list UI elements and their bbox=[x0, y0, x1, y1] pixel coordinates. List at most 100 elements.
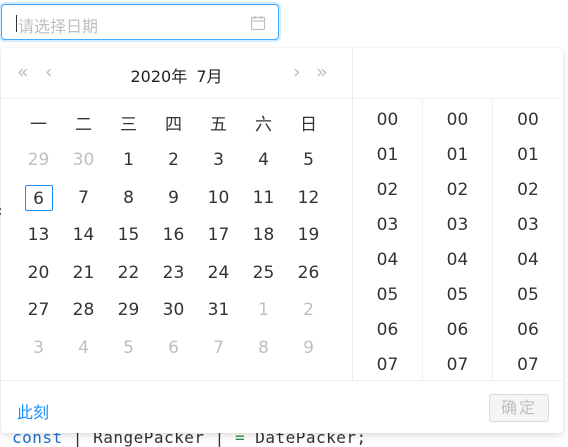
day-number: 24 bbox=[207, 262, 230, 283]
day-cell[interactable]: 11 bbox=[241, 188, 286, 208]
day-cell-today[interactable]: 6 bbox=[16, 184, 61, 211]
hour-column[interactable]: 00 01 02 03 04 05 06 07 bbox=[353, 99, 423, 380]
second-option[interactable]: 00 bbox=[493, 103, 563, 138]
day-cell[interactable]: 4 bbox=[61, 338, 106, 358]
next-month-button[interactable]: › bbox=[293, 62, 301, 82]
second-option[interactable]: 05 bbox=[493, 278, 563, 313]
day-number: 7 bbox=[78, 187, 89, 208]
day-number: 7 bbox=[213, 337, 224, 358]
day-cell[interactable]: 25 bbox=[241, 263, 286, 283]
hour-option[interactable]: 07 bbox=[353, 348, 422, 383]
day-cell[interactable]: 19 bbox=[286, 225, 331, 245]
day-cell[interactable]: 27 bbox=[16, 300, 61, 320]
day-cell[interactable]: 23 bbox=[151, 263, 196, 283]
year-select[interactable]: 2020年 bbox=[130, 67, 187, 86]
minute-option[interactable]: 05 bbox=[423, 278, 492, 313]
day-cell[interactable]: 5 bbox=[106, 338, 151, 358]
day-number: 4 bbox=[258, 150, 269, 171]
next-year-button[interactable]: » bbox=[316, 62, 328, 82]
day-cell[interactable]: 6 bbox=[151, 338, 196, 358]
day-number: 22 bbox=[117, 262, 140, 283]
day-number: 4 bbox=[78, 337, 89, 358]
minute-option[interactable]: 00 bbox=[423, 103, 492, 138]
day-cell[interactable]: 9 bbox=[286, 338, 331, 358]
second-column[interactable]: 00 01 02 03 04 05 06 07 bbox=[493, 99, 563, 380]
day-cell[interactable]: 24 bbox=[196, 263, 241, 283]
now-button[interactable]: 此刻 bbox=[17, 399, 49, 423]
minute-option[interactable]: 06 bbox=[423, 313, 492, 348]
minute-column[interactable]: 00 01 02 03 04 05 06 07 bbox=[423, 99, 493, 380]
ok-button[interactable]: 确定 bbox=[489, 394, 549, 422]
hour-option[interactable]: 06 bbox=[353, 313, 422, 348]
week-row: 13 14 15 16 17 18 19 bbox=[16, 217, 336, 255]
day-cell[interactable]: 28 bbox=[61, 300, 106, 320]
second-option[interactable]: 04 bbox=[493, 243, 563, 278]
second-option[interactable]: 02 bbox=[493, 173, 563, 208]
day-cell[interactable]: 20 bbox=[16, 263, 61, 283]
week-row: 20 21 22 23 24 25 26 bbox=[16, 254, 336, 292]
hour-option[interactable]: 03 bbox=[353, 208, 422, 243]
hour-option[interactable]: 00 bbox=[353, 103, 422, 138]
day-cell[interactable]: 7 bbox=[196, 338, 241, 358]
day-cell[interactable]: 30 bbox=[61, 150, 106, 170]
date-panel-header: « ‹ 2020年 7月 › » bbox=[1, 48, 352, 99]
day-cell[interactable]: 14 bbox=[61, 225, 106, 245]
day-number: 27 bbox=[27, 300, 50, 321]
day-cell[interactable]: 7 bbox=[61, 188, 106, 208]
weekday-row: 一二三四五六日 bbox=[16, 104, 336, 142]
day-cell[interactable]: 8 bbox=[241, 338, 286, 358]
day-number: 16 bbox=[162, 225, 185, 246]
day-cell[interactable]: 30 bbox=[151, 300, 196, 320]
day-cell[interactable]: 17 bbox=[196, 225, 241, 245]
month-select[interactable]: 7月 bbox=[196, 67, 222, 86]
weekday-label: 日 bbox=[300, 115, 317, 136]
day-cell[interactable]: 1 bbox=[241, 300, 286, 320]
day-number: 8 bbox=[123, 187, 134, 208]
day-cell[interactable]: 2 bbox=[151, 150, 196, 170]
day-cell[interactable]: 31 bbox=[196, 300, 241, 320]
minute-option[interactable]: 01 bbox=[423, 138, 492, 173]
day-cell[interactable]: 2 bbox=[286, 300, 331, 320]
day-cell[interactable]: 16 bbox=[151, 225, 196, 245]
day-cell[interactable]: 3 bbox=[196, 150, 241, 170]
minute-option[interactable]: 04 bbox=[423, 243, 492, 278]
day-cell[interactable]: 26 bbox=[286, 263, 331, 283]
hour-option[interactable]: 05 bbox=[353, 278, 422, 313]
day-cell[interactable]: 22 bbox=[106, 263, 151, 283]
minute-option[interactable]: 07 bbox=[423, 348, 492, 383]
day-cell[interactable]: 5 bbox=[286, 150, 331, 170]
day-cell[interactable]: 13 bbox=[16, 225, 61, 245]
minute-option[interactable]: 03 bbox=[423, 208, 492, 243]
day-number: 11 bbox=[252, 187, 275, 208]
day-number: 8 bbox=[258, 337, 269, 358]
minute-option[interactable]: 02 bbox=[423, 173, 492, 208]
day-number: 30 bbox=[72, 150, 95, 171]
hour-option[interactable]: 04 bbox=[353, 243, 422, 278]
weekday-label: 四 bbox=[165, 115, 182, 136]
weekday-label: 三 bbox=[120, 115, 137, 136]
date-picker-input[interactable]: 请选择日期 bbox=[1, 4, 279, 40]
day-cell[interactable]: 3 bbox=[16, 338, 61, 358]
day-cell[interactable]: 1 bbox=[106, 150, 151, 170]
day-cell[interactable]: 21 bbox=[61, 263, 106, 283]
day-number: 5 bbox=[123, 337, 134, 358]
hour-option[interactable]: 02 bbox=[353, 173, 422, 208]
day-cell[interactable]: 18 bbox=[241, 225, 286, 245]
week-row: 29 30 1 2 3 4 5 bbox=[16, 142, 336, 180]
second-option[interactable]: 01 bbox=[493, 138, 563, 173]
day-cell[interactable]: 15 bbox=[106, 225, 151, 245]
second-option[interactable]: 06 bbox=[493, 313, 563, 348]
day-cell[interactable]: 8 bbox=[106, 188, 151, 208]
day-cell[interactable]: 4 bbox=[241, 150, 286, 170]
day-cell[interactable]: 29 bbox=[16, 150, 61, 170]
second-option[interactable]: 03 bbox=[493, 208, 563, 243]
weekday-label: 一 bbox=[30, 115, 47, 136]
day-cell[interactable]: 29 bbox=[106, 300, 151, 320]
day-cell[interactable]: 12 bbox=[286, 188, 331, 208]
input-placeholder: 请选择日期 bbox=[18, 17, 99, 36]
hour-option[interactable]: 01 bbox=[353, 138, 422, 173]
second-option[interactable]: 07 bbox=[493, 348, 563, 383]
day-cell[interactable]: 10 bbox=[196, 188, 241, 208]
day-cell[interactable]: 9 bbox=[151, 188, 196, 208]
day-number: 1 bbox=[258, 300, 269, 321]
